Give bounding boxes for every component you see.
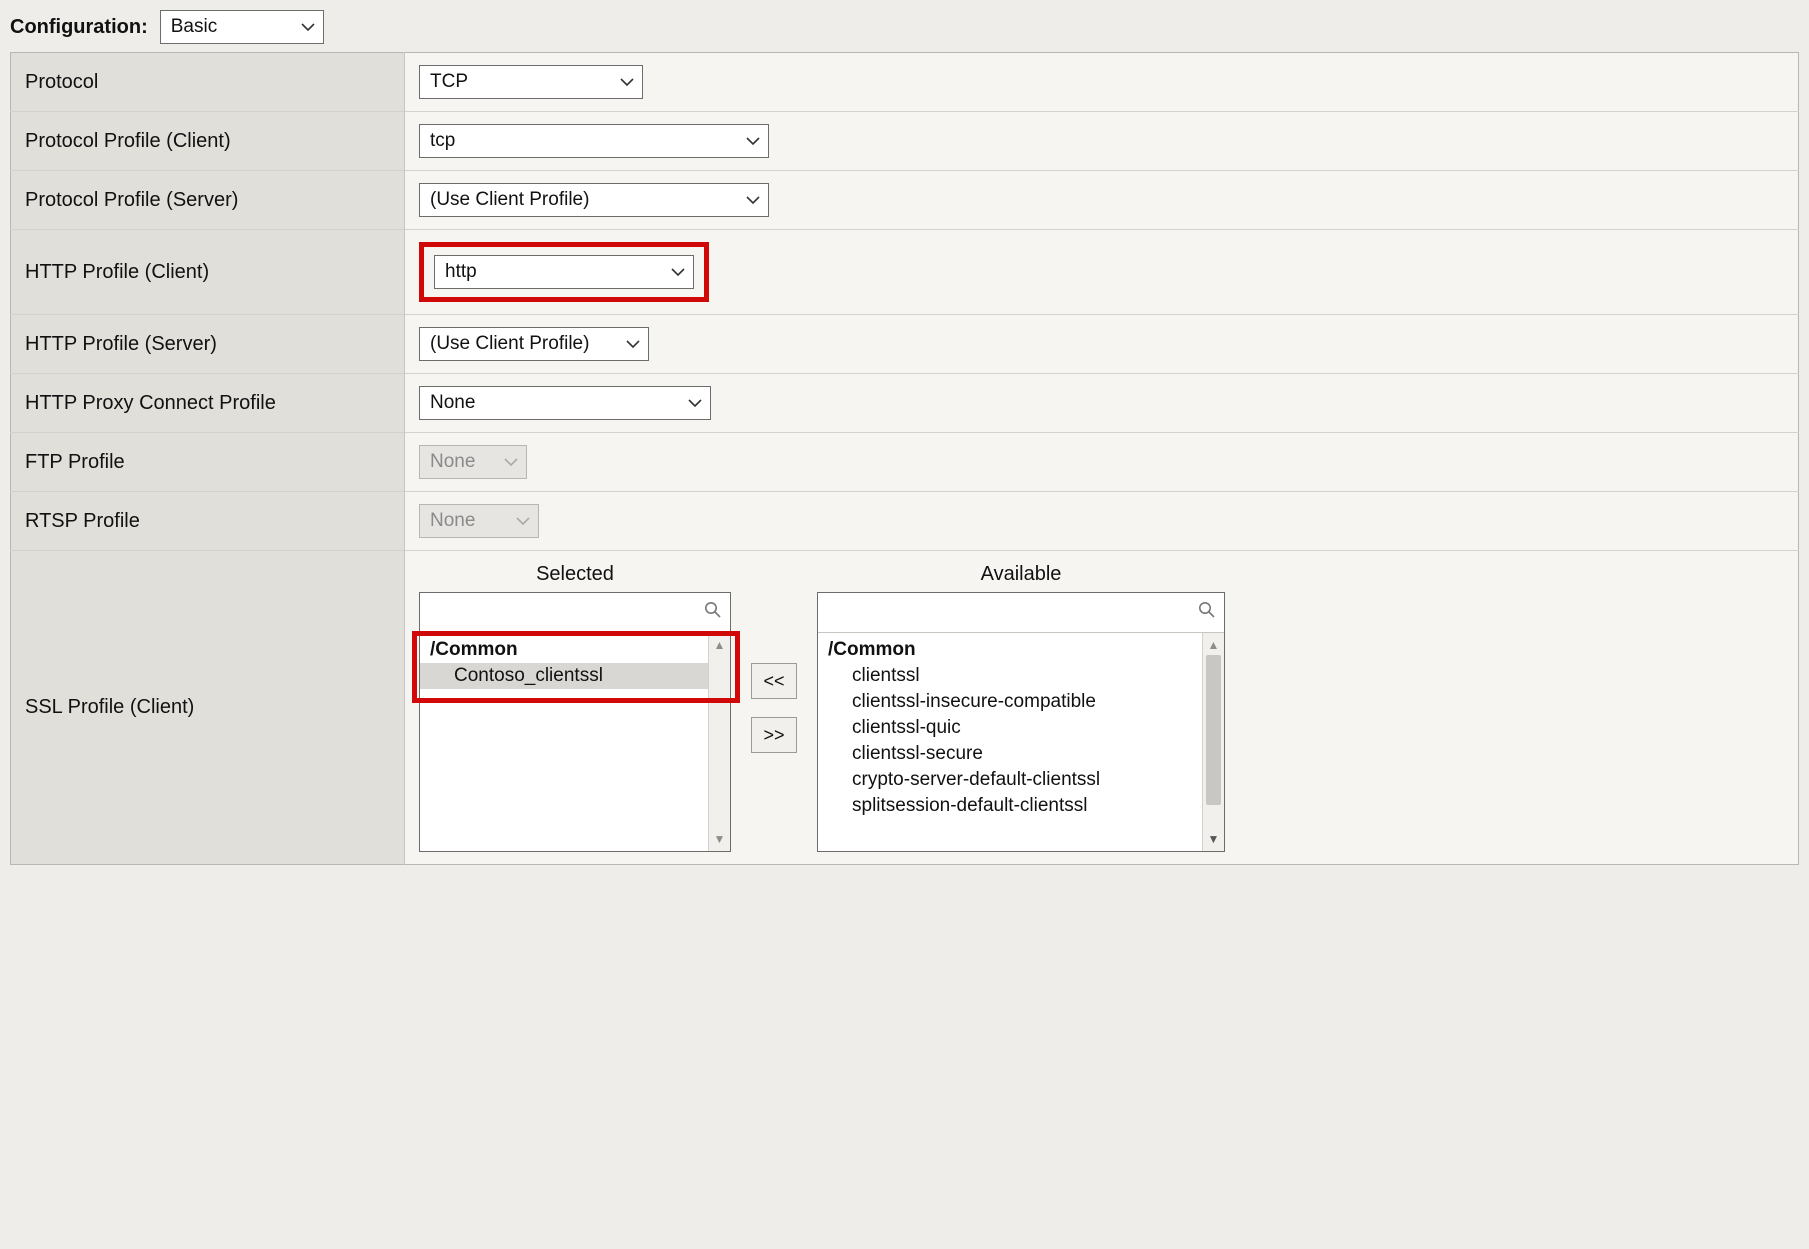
- chevron-down-icon: [620, 77, 634, 87]
- ssl-available-listbox[interactable]: /Common clientsslclientssl-insecure-comp…: [817, 592, 1225, 852]
- label-protocol-profile-client: Protocol Profile (Client): [11, 112, 405, 171]
- label-protocol: Protocol: [11, 53, 405, 112]
- row-protocol-profile-client: Protocol Profile (Client) tcp: [11, 112, 1799, 171]
- chevron-down-icon: [504, 457, 518, 467]
- ssl-available-content[interactable]: /Common clientsslclientssl-insecure-comp…: [818, 633, 1202, 851]
- row-http-profile-server: HTTP Profile (Server) (Use Client Profil…: [11, 315, 1799, 374]
- configuration-table: Protocol TCP Protocol Profile (Client) t…: [10, 52, 1799, 865]
- http-profile-server-value: (Use Client Profile): [430, 333, 589, 355]
- ssl-selected-group: /Common: [420, 637, 708, 663]
- row-ssl-profile-client: SSL Profile (Client) Selected /Common Co…: [11, 551, 1799, 865]
- ssl-available-column: Available /Common clientsslclientssl-ins…: [817, 563, 1225, 852]
- triangle-down-icon: ▼: [1208, 833, 1220, 845]
- configuration-mode-value: Basic: [171, 16, 217, 38]
- row-rtsp-profile: RTSP Profile None: [11, 492, 1799, 551]
- configuration-header: Configuration: Basic: [10, 10, 1799, 44]
- list-item[interactable]: clientssl-quic: [818, 715, 1202, 741]
- row-protocol-profile-server: Protocol Profile (Server) (Use Client Pr…: [11, 171, 1799, 230]
- http-profile-client-value: http: [445, 261, 477, 283]
- ssl-selected-scrollbar[interactable]: ▲ ▼: [708, 633, 730, 851]
- chevron-down-icon: [626, 339, 640, 349]
- ssl-available-scrollbar[interactable]: ▲ ▼: [1202, 633, 1224, 851]
- ssl-selected-listbox[interactable]: /Common Contoso_clientssl ▲ ▼: [419, 592, 731, 852]
- label-rtsp-profile: RTSP Profile: [11, 492, 405, 551]
- row-http-proxy-connect: HTTP Proxy Connect Profile None: [11, 374, 1799, 433]
- scrollbar-thumb[interactable]: [1206, 655, 1221, 805]
- protocol-value: TCP: [430, 71, 468, 93]
- configuration-mode-select[interactable]: Basic: [160, 10, 324, 44]
- list-item[interactable]: splitsession-default-clientssl: [818, 793, 1202, 819]
- ssl-selected-content[interactable]: /Common Contoso_clientssl: [420, 633, 708, 851]
- label-ssl-profile-client: SSL Profile (Client): [11, 551, 405, 865]
- move-right-button[interactable]: >>: [751, 717, 797, 753]
- label-ftp-profile: FTP Profile: [11, 433, 405, 492]
- search-icon: [704, 601, 722, 625]
- chevron-down-icon: [746, 136, 760, 146]
- ssl-available-group: /Common: [818, 637, 1202, 663]
- configuration-label: Configuration:: [10, 16, 148, 39]
- ssl-selected-title: Selected: [536, 563, 614, 586]
- ftp-profile-select: None: [419, 445, 527, 479]
- http-profile-client-select[interactable]: http: [434, 255, 694, 289]
- label-http-profile-server: HTTP Profile (Server): [11, 315, 405, 374]
- http-profile-server-select[interactable]: (Use Client Profile): [419, 327, 649, 361]
- rtsp-profile-select: None: [419, 504, 539, 538]
- move-left-button[interactable]: <<: [751, 663, 797, 699]
- list-item[interactable]: clientssl: [818, 663, 1202, 689]
- ssl-selected-column: Selected /Common Contoso_clientssl ▲: [419, 563, 731, 852]
- http-proxy-connect-select[interactable]: None: [419, 386, 711, 420]
- ssl-move-buttons: << >>: [751, 663, 797, 753]
- list-item[interactable]: crypto-server-default-clientssl: [818, 767, 1202, 793]
- label-http-profile-client: HTTP Profile (Client): [11, 230, 405, 315]
- list-item[interactable]: clientssl-secure: [818, 741, 1202, 767]
- ftp-profile-value: None: [430, 451, 475, 473]
- list-item[interactable]: clientssl-insecure-compatible: [818, 689, 1202, 715]
- row-protocol: Protocol TCP: [11, 53, 1799, 112]
- ssl-available-title: Available: [981, 563, 1062, 586]
- chevron-down-icon: [301, 22, 315, 32]
- rtsp-profile-value: None: [430, 510, 475, 532]
- chevron-down-icon: [516, 516, 530, 526]
- list-item[interactable]: Contoso_clientssl: [420, 663, 708, 689]
- http-proxy-connect-value: None: [430, 392, 475, 414]
- ssl-available-search[interactable]: [818, 593, 1224, 633]
- protocol-select[interactable]: TCP: [419, 65, 643, 99]
- http-profile-client-highlight: http: [419, 242, 709, 302]
- label-protocol-profile-server: Protocol Profile (Server): [11, 171, 405, 230]
- protocol-profile-client-select[interactable]: tcp: [419, 124, 769, 158]
- label-http-proxy-connect: HTTP Proxy Connect Profile: [11, 374, 405, 433]
- triangle-up-icon: ▲: [714, 639, 726, 651]
- row-ftp-profile: FTP Profile None: [11, 433, 1799, 492]
- protocol-profile-server-value: (Use Client Profile): [430, 189, 589, 211]
- protocol-profile-client-value: tcp: [430, 130, 455, 152]
- protocol-profile-server-select[interactable]: (Use Client Profile): [419, 183, 769, 217]
- triangle-up-icon: ▲: [1208, 639, 1220, 651]
- chevron-down-icon: [671, 267, 685, 277]
- search-icon: [1198, 601, 1216, 625]
- chevron-down-icon: [688, 398, 702, 408]
- triangle-down-icon: ▼: [714, 833, 726, 845]
- chevron-down-icon: [746, 195, 760, 205]
- ssl-selected-search[interactable]: [420, 593, 730, 633]
- row-http-profile-client: HTTP Profile (Client) http: [11, 230, 1799, 315]
- ssl-dual-list: Selected /Common Contoso_clientssl ▲: [419, 563, 1784, 852]
